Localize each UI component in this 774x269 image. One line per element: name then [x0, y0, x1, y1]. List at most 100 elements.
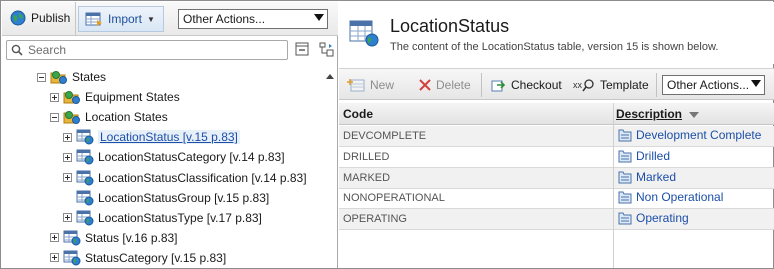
- tree-node[interactable]: LocationStatus [v.15 p.83]: [63, 128, 240, 146]
- publish-button[interactable]: Publish: [6, 7, 76, 29]
- search-input[interactable]: Search: [6, 40, 288, 60]
- content-toolbar: New Delete Checkout xx Template Other Ac…: [339, 68, 774, 100]
- description-cell[interactable]: Non Operational: [618, 190, 723, 204]
- scroll-up-arrow-icon[interactable]: [326, 74, 334, 79]
- content-pane: LocationStatus The content of the Locati…: [339, 2, 774, 268]
- tree-node-label: LocationStatusType [v.17 p.83]: [98, 210, 262, 225]
- tree-node[interactable]: Location States: [50, 108, 168, 126]
- import-label: Import: [108, 12, 143, 26]
- delete-x-icon: [419, 79, 431, 91]
- expand-icon[interactable]: [63, 213, 72, 223]
- table-icon: [76, 129, 94, 145]
- delete-label: Delete: [436, 78, 471, 92]
- tree-node-label: Equipment States: [85, 90, 180, 105]
- record-link-icon: [618, 171, 632, 184]
- record-link-icon: [618, 150, 632, 163]
- publish-label: Publish: [31, 11, 71, 25]
- sort-descending-icon[interactable]: [689, 112, 699, 118]
- record-link-icon: [618, 212, 632, 225]
- tree-node-label: LocationStatusClassification [v.14 p.83]: [98, 170, 307, 185]
- other-actions-dropdown-right[interactable]: Other Actions...: [662, 75, 765, 95]
- expand-icon[interactable]: [50, 92, 59, 102]
- collapse-icon[interactable]: [37, 72, 46, 82]
- toolbar-divider: [75, 2, 76, 36]
- expand-icon[interactable]: [63, 132, 72, 142]
- tree-node[interactable]: StatusCategory [v.15 p.83]: [50, 249, 226, 267]
- description-cell[interactable]: Drilled: [618, 149, 670, 163]
- record-link-icon: [618, 191, 632, 204]
- table-row[interactable]: DRILLED Drilled: [339, 147, 774, 168]
- new-row-icon: [347, 79, 365, 92]
- column-header-code[interactable]: Code: [343, 107, 373, 121]
- tree-node[interactable]: LocationStatusType [v.17 p.83]: [63, 209, 262, 227]
- tree-node-label: Status [v.16 p.83]: [85, 230, 178, 245]
- tree-node-label: LocationStatus [v.15 p.83]: [98, 130, 240, 145]
- other-actions-value: Other Actions...: [183, 12, 266, 26]
- description-link[interactable]: Operating: [636, 211, 689, 225]
- left-toolbar: Publish Import ▼ Other Actions...: [2, 2, 338, 36]
- code-cell: NONOPERATIONAL: [343, 192, 445, 205]
- checkout-icon: [491, 80, 506, 92]
- page-header: LocationStatus The content of the Locati…: [339, 2, 774, 64]
- description-cell[interactable]: Development Complete: [618, 128, 761, 142]
- delete-button[interactable]: Delete: [419, 75, 471, 95]
- description-link[interactable]: Non Operational: [636, 190, 723, 204]
- dropdown-arrow-icon: [751, 80, 761, 87]
- globe-icon: [10, 10, 26, 26]
- table-icon: [63, 250, 81, 266]
- record-link-icon: [618, 129, 632, 142]
- tree-node[interactable]: LocationStatusGroup [v.15 p.83]: [63, 189, 269, 207]
- checkout-button[interactable]: Checkout: [491, 75, 562, 95]
- tree-node-label: States: [72, 70, 107, 84]
- tree-view: States Equipment States Location States Loc…: [2, 64, 322, 268]
- state-folder-icon: [63, 111, 80, 125]
- expand-icon[interactable]: [50, 253, 59, 263]
- tree-node[interactable]: LocationStatusCategory [v.14 p.83]: [63, 148, 285, 166]
- description-link[interactable]: Marked: [636, 170, 676, 184]
- page-subtitle: The content of the LocationStatus table,…: [390, 41, 719, 53]
- expand-icon[interactable]: [63, 152, 72, 162]
- chevron-down-icon: ▼: [147, 14, 155, 24]
- table-icon: [76, 210, 94, 226]
- state-folder-icon: [50, 71, 67, 84]
- tree-node[interactable]: LocationStatusClassification [v.14 p.83]: [63, 169, 307, 187]
- description-cell[interactable]: Operating: [618, 211, 689, 225]
- checkout-label: Checkout: [511, 78, 562, 92]
- tree-node-label: StatusCategory [v.15 p.83]: [85, 250, 227, 265]
- expand-icon[interactable]: [50, 233, 59, 243]
- table-icon: [76, 170, 94, 185]
- collapse-icon[interactable]: [50, 112, 59, 122]
- table-row[interactable]: DEVCOMPLETE Development Complete: [339, 126, 774, 147]
- table-globe-icon: [349, 20, 379, 47]
- tree-node[interactable]: Status [v.16 p.83]: [50, 229, 178, 247]
- table-icon: [76, 149, 94, 165]
- dropdown-arrow-icon: [314, 14, 324, 21]
- tree-node-label: LocationStatusGroup [v.15 p.83]: [98, 190, 270, 205]
- table-row[interactable]: MARKED Marked: [339, 167, 774, 189]
- table-icon: [76, 190, 94, 206]
- template-icon: xx: [573, 79, 594, 92]
- collapse-all-icon[interactable]: [295, 42, 309, 56]
- code-cell: MARKED: [343, 171, 391, 184]
- application-window: Publish Import ▼ Other Actions... Search…: [0, 0, 774, 269]
- new-button[interactable]: New: [347, 75, 394, 95]
- locate-in-tree-icon[interactable]: [319, 42, 334, 57]
- svg-text:xx: xx: [573, 80, 583, 90]
- expand-icon[interactable]: [63, 173, 72, 182]
- tree-node[interactable]: States: [37, 68, 106, 86]
- search-placeholder: Search: [28, 43, 67, 57]
- description-link[interactable]: Drilled: [636, 149, 670, 163]
- template-label: Template: [600, 78, 649, 92]
- page-title: LocationStatus: [390, 16, 510, 36]
- import-button[interactable]: Import ▼: [78, 6, 164, 32]
- table-row[interactable]: NONOPERATIONAL Non Operational: [339, 188, 774, 210]
- column-header-description[interactable]: Description: [616, 107, 682, 121]
- tree-node[interactable]: Equipment States: [50, 88, 180, 106]
- table-icon: [63, 230, 81, 246]
- toolbar-divider: [656, 73, 657, 97]
- description-cell[interactable]: Marked: [618, 170, 676, 184]
- other-actions-dropdown[interactable]: Other Actions...: [178, 9, 328, 29]
- description-link[interactable]: Development Complete: [636, 128, 761, 142]
- table-row[interactable]: OPERATING Operating: [339, 209, 774, 231]
- template-button[interactable]: xx Template: [573, 75, 649, 95]
